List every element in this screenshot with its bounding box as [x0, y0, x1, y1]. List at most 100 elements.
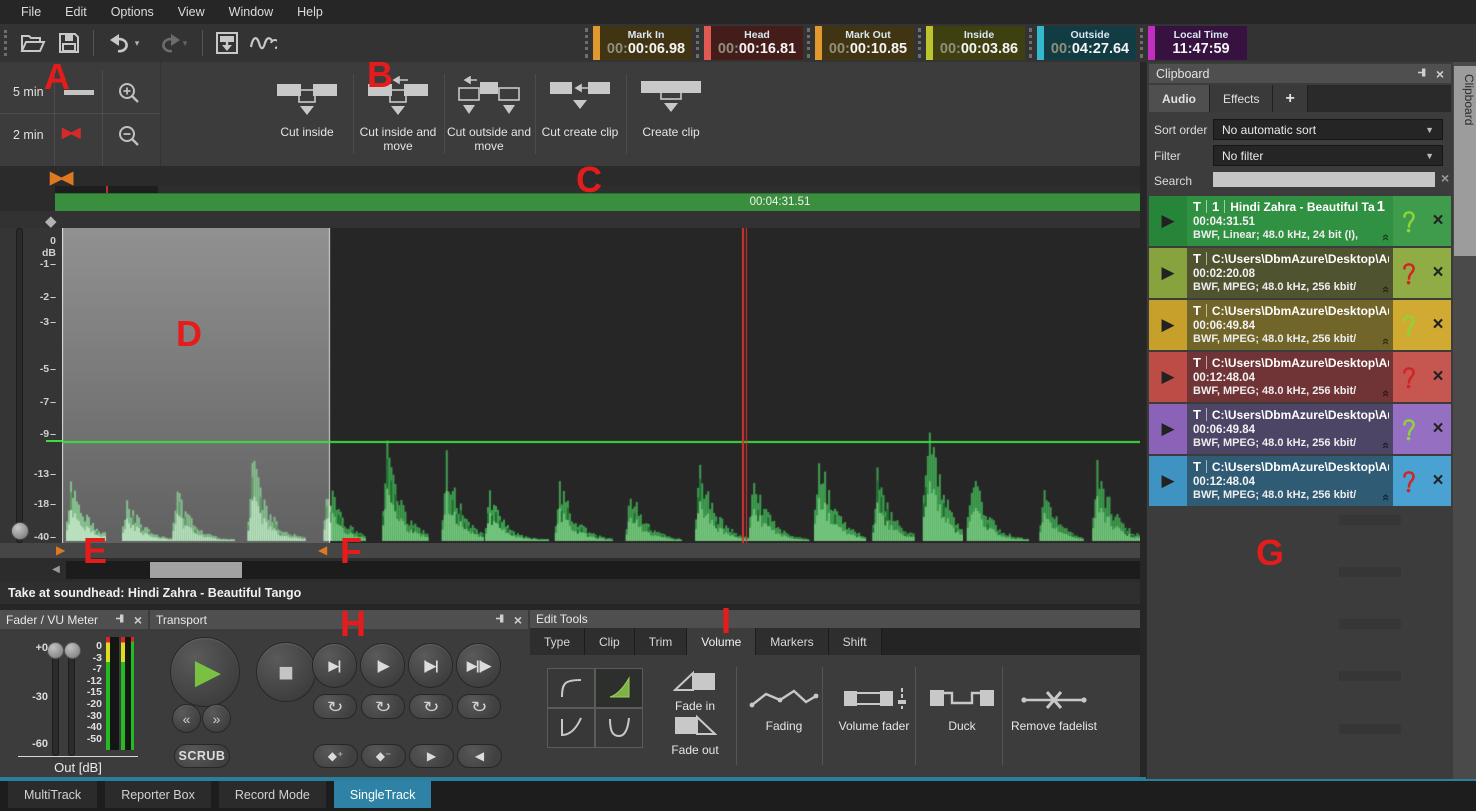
entry-listen-cell[interactable] [1393, 456, 1425, 506]
menu-options[interactable]: Options [100, 2, 165, 22]
tab-shift[interactable]: Shift [829, 628, 882, 655]
mode-tab-multitrack[interactable]: MultiTrack [8, 781, 97, 808]
entry-remove-cell[interactable]: × [1425, 248, 1451, 298]
timeline-strip[interactable]: ▶◀ [0, 166, 1146, 186]
marker-button-4[interactable]: ◀ [457, 744, 502, 768]
cut-tool-cut-outside-and-move[interactable]: Cut outside and move [444, 76, 534, 153]
filter-dropdown[interactable]: No filter ▼ [1213, 145, 1443, 166]
undo-dropdown-caret[interactable]: ▾ [135, 38, 140, 49]
chevron-up-icon[interactable]: « [1379, 234, 1393, 241]
entry-play-cell[interactable]: ▶ [1149, 300, 1187, 350]
clipboard-entry[interactable]: ▶T1Hindi Zahra - Beautiful Ta100:04:31.5… [1149, 196, 1451, 246]
fader-knob-left[interactable] [47, 642, 64, 659]
duration-bar[interactable]: 00:04:31.51 [0, 193, 1146, 211]
mark-in-handle-icon[interactable]: ▶ [56, 543, 65, 558]
entry-play-cell[interactable]: ▶ [1149, 196, 1187, 246]
search-input[interactable] [1213, 172, 1435, 187]
chevron-up-icon[interactable]: « [1379, 442, 1393, 449]
menu-file[interactable]: File [10, 2, 52, 22]
remove-fadelist-button[interactable]: Remove fadelist [1008, 687, 1100, 733]
fader-track-left[interactable] [52, 644, 59, 756]
vertical-zoom-slider[interactable] [16, 228, 23, 543]
fader-track-right[interactable] [68, 644, 75, 756]
entry-listen-cell[interactable] [1393, 300, 1425, 350]
volume-fader-button[interactable]: Volume fader [828, 685, 920, 733]
sort-order-dropdown[interactable]: No automatic sort ▼ [1213, 119, 1443, 140]
entry-remove-cell[interactable]: × [1425, 196, 1451, 246]
loop-button-2[interactable]: ↻ [361, 694, 405, 719]
clipboard-entry[interactable]: ▶TC:\Users\DbmAzure\Desktop\Aud00:02:20.… [1149, 248, 1451, 298]
entry-listen-cell[interactable] [1393, 196, 1425, 246]
jump-button-4[interactable]: ▶||▶ [456, 643, 501, 688]
close-icon[interactable]: × [134, 614, 142, 626]
mode-tab-reporter-box[interactable]: Reporter Box [105, 781, 211, 808]
fade-curve-u-button[interactable] [595, 708, 643, 748]
zoom-out-button[interactable] [115, 122, 145, 152]
chevron-up-icon[interactable]: « [1379, 338, 1393, 345]
overview-bar[interactable] [0, 186, 1146, 193]
audio-signal-button[interactable] [248, 28, 278, 58]
import-audio-button[interactable] [212, 28, 242, 58]
open-button[interactable] [18, 28, 48, 58]
zoom-in-button[interactable] [115, 79, 145, 109]
redo-dropdown-caret[interactable]: ▾ [183, 38, 188, 49]
jump-button-2[interactable]: |▶ [360, 643, 405, 688]
zoom-preset-5min[interactable]: 5 min [13, 85, 44, 99]
entry-listen-cell[interactable] [1393, 248, 1425, 298]
pin-icon[interactable] [115, 613, 126, 627]
fade-curve-valley-button[interactable] [547, 708, 595, 748]
clipboard-tab-add[interactable]: + [1273, 85, 1307, 112]
clipboard-tab-audio[interactable]: Audio [1149, 85, 1210, 112]
scroll-track[interactable] [66, 561, 1140, 579]
entry-remove-cell[interactable]: × [1425, 404, 1451, 454]
clipboard-side-tab[interactable]: Clipboard [1454, 66, 1476, 256]
pin-icon[interactable] [1417, 67, 1428, 81]
mark-out-handle-icon[interactable]: ◀ [318, 543, 327, 558]
menu-help[interactable]: Help [286, 2, 334, 22]
entry-play-cell[interactable]: ▶ [1149, 248, 1187, 298]
fade-curve-log-button[interactable] [547, 668, 595, 708]
loop-button-4[interactable]: ↻ [457, 694, 501, 719]
horizontal-scrollbar[interactable]: ◀ [0, 558, 1146, 582]
marker-button-2[interactable]: ◆⁻ [361, 744, 406, 768]
entry-remove-cell[interactable]: × [1425, 300, 1451, 350]
entry-play-cell[interactable]: ▶ [1149, 404, 1187, 454]
tab-markers[interactable]: Markers [756, 628, 828, 655]
entry-remove-cell[interactable]: × [1425, 352, 1451, 402]
clipboard-entry[interactable]: ▶TC:\Users\DbmAzure\Desktop\Aud00:06:49.… [1149, 404, 1451, 454]
entry-listen-cell[interactable] [1393, 352, 1425, 402]
stop-button[interactable]: ■ [256, 642, 316, 702]
clipboard-entry[interactable]: ▶TC:\Users\DbmAzure\Desktop\Aud00:12:48.… [1149, 456, 1451, 506]
timeline-marker-icon[interactable]: ▶◀ [50, 168, 70, 188]
entry-listen-cell[interactable] [1393, 404, 1425, 454]
fade-out-button[interactable]: Fade out [652, 713, 738, 757]
clipboard-entry[interactable]: ▶TC:\Users\DbmAzure\Desktop\Aud00:06:49.… [1149, 300, 1451, 350]
marker-lane[interactable]: ◆ [0, 211, 1146, 228]
fade-in-button[interactable]: Fade in [652, 669, 738, 713]
clipboard-tab-effects[interactable]: Effects [1210, 85, 1273, 112]
redo-button[interactable]: ▾ [151, 28, 193, 58]
marker-button-3[interactable]: ▶ [409, 744, 454, 768]
entry-play-cell[interactable]: ▶ [1149, 352, 1187, 402]
loop-button-3[interactable]: ↻ [409, 694, 453, 719]
mode-tab-record-mode[interactable]: Record Mode [219, 781, 326, 808]
fader-knob-right[interactable] [64, 642, 81, 659]
waveform-canvas[interactable] [62, 228, 1140, 543]
cut-tool-cut-create-clip[interactable]: Cut create clip [535, 76, 625, 139]
chevron-up-icon[interactable]: « [1379, 286, 1393, 293]
menu-edit[interactable]: Edit [54, 2, 98, 22]
entry-remove-cell[interactable]: × [1425, 456, 1451, 506]
tab-trim[interactable]: Trim [635, 628, 688, 655]
mode-tab-singletrack[interactable]: SingleTrack [334, 781, 432, 808]
zoom-preset-2min[interactable]: 2 min [13, 128, 44, 142]
tab-clip[interactable]: Clip [585, 628, 635, 655]
jump-button-3[interactable]: |▶| [408, 643, 453, 688]
menu-view[interactable]: View [167, 2, 216, 22]
tab-type[interactable]: Type [530, 628, 585, 655]
jump-button-1[interactable]: ▶| [312, 643, 357, 688]
chevron-up-icon[interactable]: « [1379, 494, 1393, 501]
pin-icon[interactable] [495, 613, 506, 627]
duck-button[interactable]: Duck [920, 685, 1004, 733]
entry-play-cell[interactable]: ▶ [1149, 456, 1187, 506]
undo-button[interactable]: ▾ [103, 28, 145, 58]
